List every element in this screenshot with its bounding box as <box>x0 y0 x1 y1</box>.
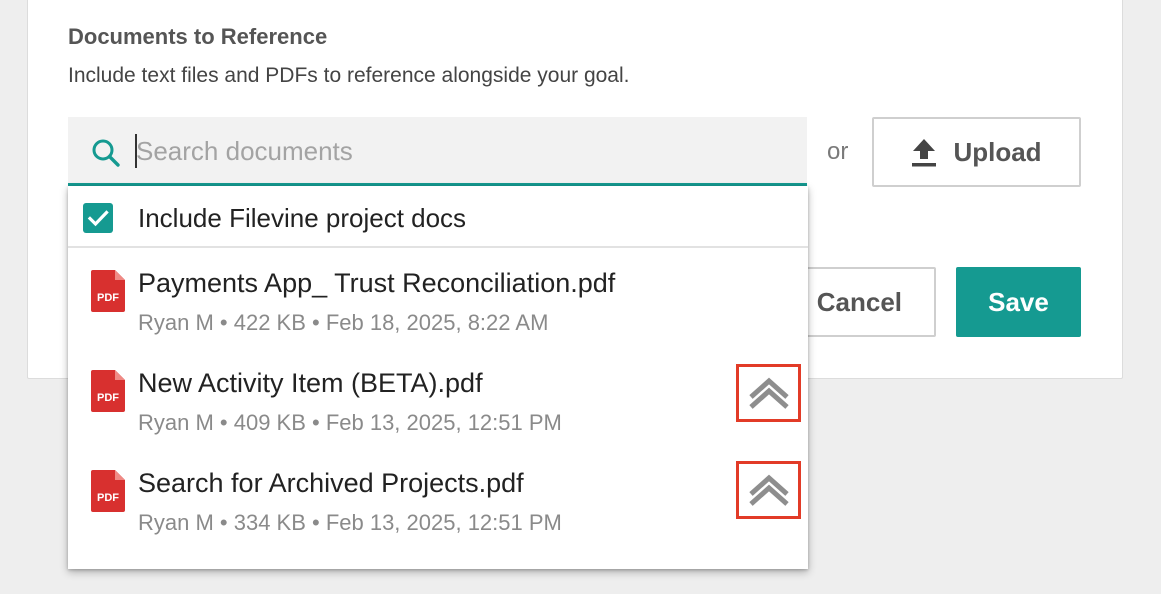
or-separator: or <box>827 138 849 165</box>
upload-button[interactable]: Upload <box>872 117 1081 187</box>
svg-text:PDF: PDF <box>97 492 119 504</box>
search-box[interactable] <box>68 117 807 186</box>
pdf-icon: PDF <box>91 470 125 512</box>
pdf-icon: PDF <box>91 270 125 312</box>
double-chevron-up-icon <box>748 377 789 409</box>
document-meta: Ryan M • 422 KB • Feb 18, 2025, 8:22 AM <box>138 310 549 335</box>
text-caret <box>135 134 137 168</box>
svg-text:PDF: PDF <box>97 392 119 404</box>
upload-label: Upload <box>953 136 1042 167</box>
svg-text:PDF: PDF <box>97 292 119 304</box>
document-name: New Activity Item (BETA).pdf <box>138 368 483 398</box>
search-icon <box>92 139 120 167</box>
checkmark-icon <box>87 210 109 227</box>
section-title: Documents to Reference <box>68 24 328 49</box>
collapse-button[interactable] <box>736 461 801 519</box>
documents-dropdown: Include Filevine project docs PDF Paymen… <box>68 186 808 569</box>
section-description: Include text files and PDFs to reference… <box>68 64 630 87</box>
document-name: Payments App_ Trust Reconciliation.pdf <box>138 268 616 298</box>
include-project-docs-option[interactable]: Include Filevine project docs <box>68 186 808 248</box>
include-checkbox[interactable] <box>83 203 113 233</box>
document-name: Search for Archived Projects.pdf <box>138 468 524 498</box>
save-button[interactable]: Save <box>956 267 1081 337</box>
collapse-button[interactable] <box>736 364 801 422</box>
upload-icon <box>912 139 937 167</box>
document-meta: Ryan M • 334 KB • Feb 13, 2025, 12:51 PM <box>138 510 562 535</box>
include-label: Include Filevine project docs <box>138 203 467 233</box>
double-chevron-up-icon <box>748 474 789 506</box>
search-input[interactable] <box>136 131 776 171</box>
document-item[interactable]: PDF Search for Archived Projects.pdf Rya… <box>68 450 808 550</box>
document-meta: Ryan M • 409 KB • Feb 13, 2025, 12:51 PM <box>138 410 562 435</box>
pdf-icon: PDF <box>91 370 125 412</box>
document-item[interactable]: PDF New Activity Item (BETA).pdf Ryan M … <box>68 350 808 450</box>
document-item[interactable]: PDF Payments App_ Trust Reconciliation.p… <box>68 250 808 350</box>
